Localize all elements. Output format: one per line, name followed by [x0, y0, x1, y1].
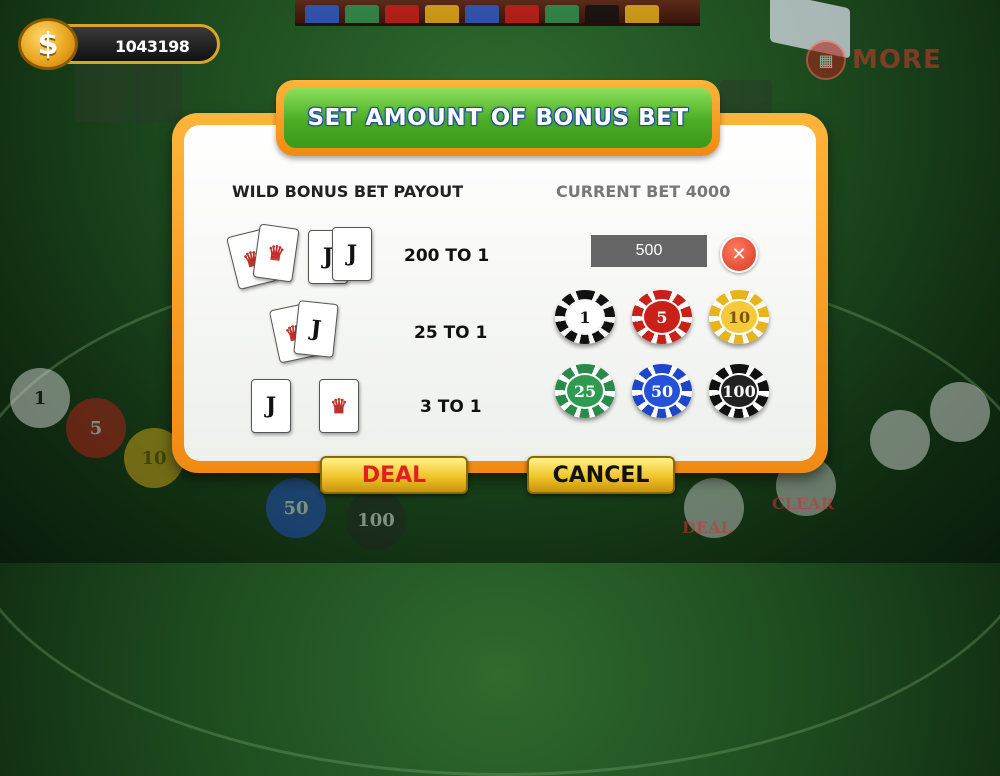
coin-icon: $	[18, 18, 78, 70]
bonus-bet-input[interactable]	[591, 235, 707, 267]
joker-card: ♛	[252, 223, 300, 283]
more-button[interactable]: ▦ MORE	[806, 40, 942, 80]
rack-chip	[305, 5, 339, 23]
background-deal-label: DEAL	[682, 518, 732, 537]
chip-1-button[interactable]: 1	[555, 290, 615, 344]
chip-25-button[interactable]: 25	[555, 364, 615, 418]
deal-button[interactable]: DEAL	[320, 456, 468, 494]
rack-chip	[425, 5, 459, 23]
rack-chip	[585, 5, 619, 23]
payout-label-3: 3 TO 1	[420, 397, 482, 417]
dialog-title-tab: SET AMOUNT OF BONUS BET	[276, 80, 720, 156]
rack-chip	[625, 5, 659, 23]
rack-chip	[465, 5, 499, 23]
background-clear-label: CLEAR	[772, 494, 834, 513]
rack-chip	[545, 5, 579, 23]
clear-bet-button[interactable]: ✕	[720, 235, 758, 273]
background-chip-100: 100	[346, 490, 406, 550]
dialog-title-banner: SET AMOUNT OF BONUS BET	[284, 88, 712, 148]
more-label: MORE	[852, 45, 942, 75]
payout-label-25: 25 TO 1	[414, 323, 488, 343]
chip-5-button[interactable]: 5	[632, 290, 692, 344]
joker-card: ♛	[319, 379, 359, 433]
background-chip-50: 50	[266, 478, 326, 538]
chip-10-button[interactable]: 10	[709, 290, 769, 344]
background-chip-5: 5	[66, 398, 126, 458]
chip-face: 5	[642, 299, 682, 335]
chip-face: 100	[719, 373, 759, 409]
rack-chip	[505, 5, 539, 23]
background-chip-1: 1	[10, 368, 70, 428]
jack-card: J	[251, 379, 291, 433]
chip-50-button[interactable]: 50	[632, 364, 692, 418]
jack-card: J	[293, 300, 339, 358]
jack-card: J	[332, 227, 372, 281]
dialog-title: SET AMOUNT OF BONUS BET	[307, 105, 689, 131]
rack-chip	[385, 5, 419, 23]
rack-chip	[345, 5, 379, 23]
grid-icon: ▦	[806, 40, 846, 80]
chip-face: 25	[565, 373, 605, 409]
chip-face: 10	[719, 299, 759, 335]
chip-face: 50	[642, 373, 682, 409]
background-chip	[870, 410, 930, 470]
balance-value: 1043198	[115, 37, 190, 56]
chip-rack	[295, 0, 700, 26]
chip-100-button[interactable]: 100	[709, 364, 769, 418]
cancel-button[interactable]: CANCEL	[527, 456, 675, 494]
close-icon: ✕	[731, 243, 747, 265]
current-bet-label: CURRENT BET 4000	[556, 182, 731, 201]
chip-face: 1	[565, 299, 605, 335]
background-chip	[930, 382, 990, 442]
payout-label-200: 200 TO 1	[404, 246, 490, 266]
payout-table-title: WILD BONUS BET PAYOUT	[232, 182, 464, 201]
